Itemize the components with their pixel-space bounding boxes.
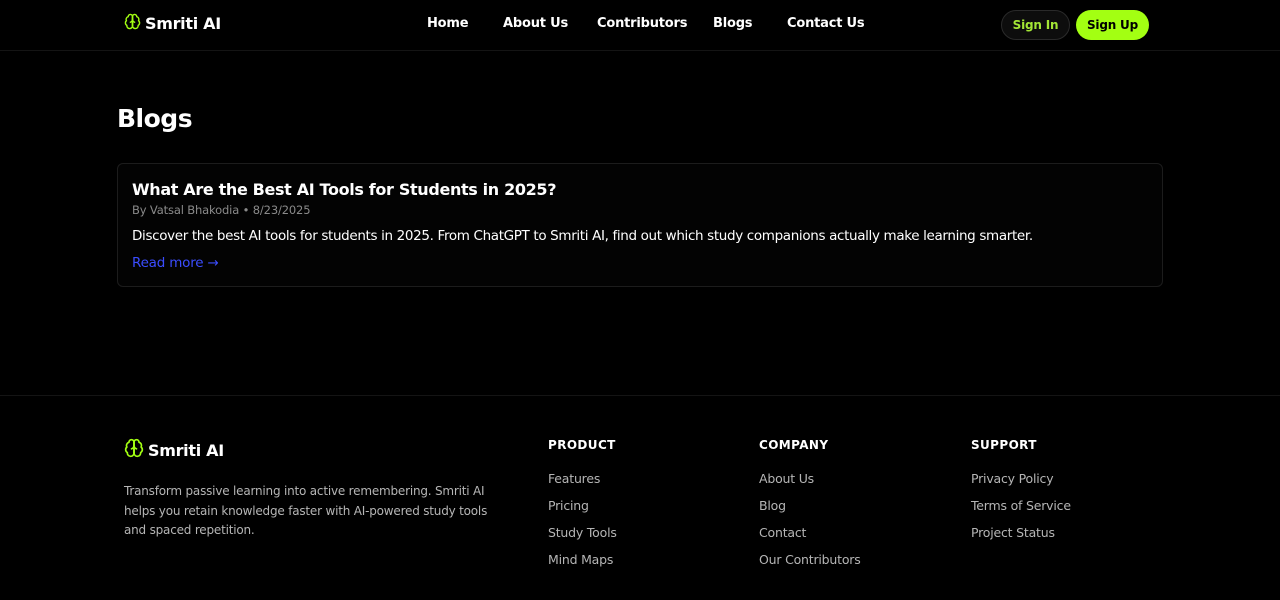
footer-heading: PRODUCT bbox=[548, 438, 616, 452]
footer-heading: COMPANY bbox=[759, 438, 829, 452]
footer-link-our-contributors[interactable]: Our Contributors bbox=[759, 552, 861, 567]
footer-link-mind-maps[interactable]: Mind Maps bbox=[548, 552, 613, 567]
footer-link-features[interactable]: Features bbox=[548, 471, 600, 486]
footer-link-contact[interactable]: Contact bbox=[759, 525, 806, 540]
nav-blogs[interactable]: Blogs bbox=[713, 16, 753, 31]
footer-heading: SUPPORT bbox=[971, 438, 1037, 452]
footer-brand-link[interactable]: Smriti AI bbox=[124, 438, 224, 462]
footer-column-support: SUPPORT Privacy Policy Terms of Service … bbox=[971, 438, 1071, 549]
nav-about-us[interactable]: About Us bbox=[503, 16, 568, 31]
blog-card: What Are the Best AI Tools for Students … bbox=[117, 163, 1163, 287]
nav-home[interactable]: Home bbox=[427, 16, 469, 31]
nav-contact-us[interactable]: Contact Us bbox=[787, 16, 865, 31]
footer-column-company: COMPANY About Us Blog Contact Our Contri… bbox=[759, 438, 861, 576]
footer-link-project-status[interactable]: Project Status bbox=[971, 525, 1055, 540]
footer-link-terms-of-service[interactable]: Terms of Service bbox=[971, 498, 1071, 513]
footer-link-about-us[interactable]: About Us bbox=[759, 471, 814, 486]
sign-in-button[interactable]: Sign In bbox=[1001, 10, 1070, 40]
brain-icon bbox=[124, 438, 144, 462]
blog-excerpt: Discover the best AI tools for students … bbox=[132, 228, 1033, 244]
page-title: Blogs bbox=[117, 104, 193, 133]
footer-link-blog[interactable]: Blog bbox=[759, 498, 786, 513]
blog-meta: By Vatsal Bhakodia • 8/23/2025 bbox=[132, 203, 311, 217]
footer-link-privacy-policy[interactable]: Privacy Policy bbox=[971, 471, 1054, 486]
nav-contributors[interactable]: Contributors bbox=[597, 16, 687, 31]
blog-title[interactable]: What Are the Best AI Tools for Students … bbox=[132, 180, 556, 199]
read-more-link[interactable]: Read more → bbox=[132, 255, 219, 271]
sign-up-button[interactable]: Sign Up bbox=[1076, 10, 1149, 40]
site-header: Smriti AI Home About Us Contributors Blo… bbox=[0, 0, 1280, 51]
footer-column-product: PRODUCT Features Pricing Study Tools Min… bbox=[548, 438, 617, 576]
site-footer: Smriti AI Transform passive learning int… bbox=[0, 395, 1280, 600]
footer-link-study-tools[interactable]: Study Tools bbox=[548, 525, 617, 540]
footer-link-pricing[interactable]: Pricing bbox=[548, 498, 589, 513]
footer-description: Transform passive learning into active r… bbox=[124, 484, 488, 537]
footer-brand-name: Smriti AI bbox=[148, 440, 224, 460]
